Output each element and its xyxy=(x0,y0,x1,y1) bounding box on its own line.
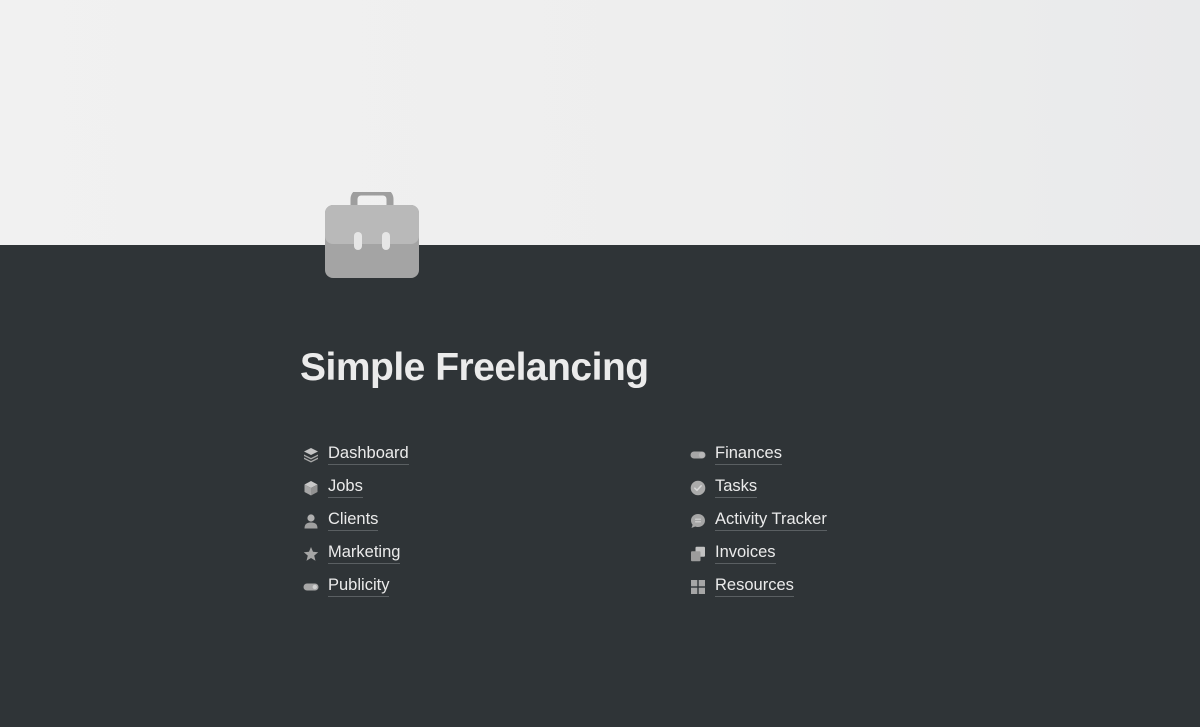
briefcase-icon[interactable] xyxy=(325,188,419,278)
link-label: Tasks xyxy=(715,477,758,498)
link-label: Invoices xyxy=(715,543,776,564)
grid-icon xyxy=(689,578,707,596)
link-label: Jobs xyxy=(328,477,363,498)
chat-bubble-icon xyxy=(689,512,707,530)
link-invoices[interactable]: Invoices xyxy=(689,537,827,570)
link-dashboard[interactable]: Dashboard xyxy=(302,438,409,471)
link-label: Resources xyxy=(715,576,794,597)
link-marketing[interactable]: Marketing xyxy=(302,537,409,570)
links-left-column: Dashboard Jobs Clients Marketing Publici… xyxy=(302,438,409,603)
link-resources[interactable]: Resources xyxy=(689,570,827,603)
link-label: Marketing xyxy=(328,543,401,564)
page-title: Simple Freelancing xyxy=(300,346,649,389)
link-label: Publicity xyxy=(328,576,390,597)
copy-icon xyxy=(689,545,707,563)
links-right-column: Finances Tasks Activity Tracker Invoices… xyxy=(689,438,827,603)
link-activity-tracker[interactable]: Activity Tracker xyxy=(689,504,827,537)
star-icon xyxy=(302,545,320,563)
link-clients[interactable]: Clients xyxy=(302,504,409,537)
link-label: Finances xyxy=(715,444,782,465)
cube-icon xyxy=(302,479,320,497)
link-label: Clients xyxy=(328,510,379,531)
pill-icon xyxy=(689,446,707,464)
link-jobs[interactable]: Jobs xyxy=(302,471,409,504)
checkmark-circle-icon xyxy=(689,479,707,497)
link-publicity[interactable]: Publicity xyxy=(302,570,409,603)
link-tasks[interactable]: Tasks xyxy=(689,471,827,504)
link-label: Activity Tracker xyxy=(715,510,827,531)
toggle-icon xyxy=(302,578,320,596)
cover-image xyxy=(0,0,1200,245)
link-finances[interactable]: Finances xyxy=(689,438,827,471)
layers-icon xyxy=(302,446,320,464)
link-label: Dashboard xyxy=(328,444,409,465)
person-icon xyxy=(302,512,320,530)
